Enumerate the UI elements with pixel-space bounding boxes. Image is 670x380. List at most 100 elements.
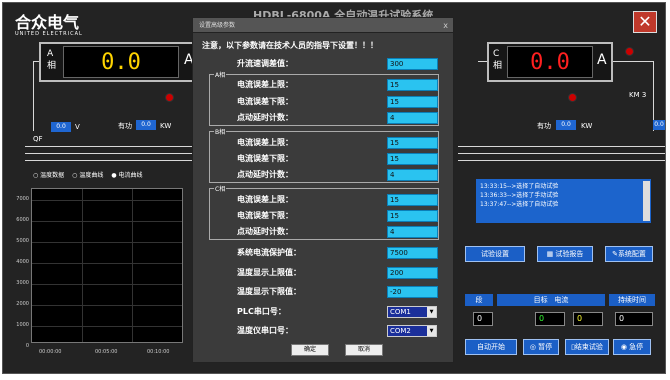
dialog-titlebar: 设置高级参数 x (193, 18, 453, 33)
phase-a-upper-label: 电流误差上限： (237, 80, 293, 89)
tab-current-curve[interactable]: ● 电流曲线 (111, 170, 142, 179)
y-tick-label: 1000 (16, 322, 29, 328)
log-line: 13:37:47-->选择了自动试验 (480, 201, 559, 208)
current-chart (31, 188, 183, 343)
test-setup-button[interactable]: 试验设置 (465, 246, 525, 262)
phase-b-delay-label: 点动延时计数： (237, 170, 293, 179)
x-tick-label: 00:05:00 (95, 349, 118, 355)
phase-c-delay-label: 点动延时计数： (237, 227, 293, 236)
phase-c-delay-input[interactable]: 4 (387, 226, 438, 238)
phase-b-upper-label: 电流误差上限： (237, 138, 293, 147)
tab-temp-data[interactable]: ○ 温度数据 (33, 170, 64, 179)
indicator-light (166, 94, 173, 101)
table-header: 段 (465, 294, 493, 306)
table-cell: 0 (473, 312, 493, 326)
auto-start-button[interactable]: 自动开始 (465, 339, 517, 355)
table-cell: 0 (615, 312, 653, 326)
voltage-readout: 0.0 (653, 120, 665, 130)
main-window: 合众电气 UNITED ELECTRICAL HDBL-6800A 全自动温升试验… (2, 2, 666, 374)
temp-min-label: 温度显示下限值： (237, 287, 301, 296)
wire (458, 146, 665, 147)
meter-c-unit: A (597, 52, 607, 68)
stop-circle-icon: ◉ (620, 343, 630, 351)
end-test-button[interactable]: ▯结束试验 (565, 339, 609, 355)
y-tick-label: 7000 (16, 196, 29, 202)
rise-rate-row: 升流速调差值： 300 (193, 58, 455, 70)
active-power-readout: 0.0 (136, 120, 156, 130)
active-power-label: 有功 (118, 122, 132, 130)
rise-rate-input[interactable]: 300 (387, 58, 438, 70)
meter-a-value: 0.0 (63, 46, 179, 78)
pause-icon: ◎ (529, 343, 539, 351)
phase-a-delay-label: 点动延时计数： (237, 113, 293, 122)
phase-b-lower-input[interactable]: 15 (387, 153, 438, 165)
table-cell: 0 (535, 312, 565, 326)
kw-unit: KW (160, 122, 172, 130)
phase-b-upper-input[interactable]: 15 (387, 137, 438, 149)
tab-temp-curve[interactable]: ○ 温度曲线 (72, 170, 103, 179)
temp-max-input[interactable]: 200 (387, 267, 438, 279)
meter-c: C相 0.0 A (487, 42, 613, 82)
table-header: 持续时间 (609, 294, 655, 306)
chart-tabs: ○ 温度数据 ○ 温度曲线 ● 电流曲线 (33, 170, 143, 179)
indicator-light (626, 48, 633, 55)
phase-a-title: A相 (214, 70, 227, 79)
voltage-unit: V (75, 123, 80, 131)
y-tick-label: 2000 (16, 301, 29, 307)
phase-c-lower-input[interactable]: 15 (387, 210, 438, 222)
voltage-readout: 0.0 (51, 122, 71, 132)
y-tick-label: 5000 (16, 238, 29, 244)
close-button[interactable]: ✕ (633, 11, 657, 33)
temp-min-input[interactable]: -20 (387, 286, 438, 298)
phase-c-lower-label: 电流误差下限： (237, 211, 293, 220)
meter-a-phase: A相 (47, 49, 57, 71)
active-power-label: 有功 (537, 122, 551, 130)
x-tick-label: 00:00:00 (39, 349, 62, 355)
plc-port-select[interactable]: COM1 ▼ (387, 306, 437, 318)
thermo-port-select[interactable]: COM2 ▼ (387, 325, 437, 337)
phase-a-lower-label: 电流误差下限： (237, 97, 293, 106)
wire (458, 160, 665, 161)
wire (458, 153, 665, 154)
phase-a-upper-input[interactable]: 15 (387, 79, 438, 91)
table-header: 目标 电流 (497, 294, 605, 306)
phase-c-upper-label: 电流误差上限： (237, 195, 293, 204)
phase-b-lower-label: 电流误差下限： (237, 154, 293, 163)
test-report-button[interactable]: ▦ 试验报告 (537, 246, 593, 262)
ok-button[interactable]: 确定 (291, 344, 329, 356)
system-config-button[interactable]: ✎系统配置 (605, 246, 653, 262)
pause-button[interactable]: ◎ 暂停 (523, 339, 559, 355)
wire (33, 61, 34, 131)
advanced-settings-dialog: 设置高级参数 x 注意，以下参数请在技术人员的指导下设置！！！ 升流速调差值： 3… (192, 17, 454, 363)
phase-b-delay-input[interactable]: 4 (387, 169, 438, 181)
dialog-warning: 注意，以下参数请在技术人员的指导下设置！！！ (202, 41, 378, 50)
chevron-down-icon: ▼ (427, 307, 436, 317)
qf-label: QF (33, 135, 43, 143)
plc-port-label: PLC串口号： (237, 307, 286, 316)
emergency-stop-button[interactable]: ◉ 急停 (613, 339, 651, 355)
rise-rate-label: 升流速调差值： (237, 59, 293, 68)
cancel-button[interactable]: 取消 (345, 344, 383, 356)
phase-a-lower-input[interactable]: 15 (387, 96, 438, 108)
temp-max-label: 温度显示上限值： (237, 268, 301, 277)
phase-c-upper-input[interactable]: 15 (387, 194, 438, 206)
current-protect-input[interactable]: 7500 (387, 247, 438, 259)
dialog-close-icon[interactable]: x (443, 18, 448, 33)
y-tick-label: 0 (25, 343, 29, 349)
log-scrollbar[interactable] (643, 181, 650, 221)
log-line: 13:33:15-->选择了自动试验 (480, 183, 559, 190)
y-tick-label: 3000 (16, 280, 29, 286)
km-label: KM 3 (629, 91, 647, 99)
active-power-readout: 0.0 (556, 120, 576, 130)
table-cell: 0 (573, 312, 603, 326)
wire (25, 146, 195, 147)
y-tick-label: 4000 (16, 259, 29, 265)
current-protect-label: 系统电流保护值： (237, 248, 301, 257)
log-line: 13:36:33-->选择了手动试验 (480, 192, 559, 199)
chevron-down-icon: ▼ (427, 326, 436, 336)
meter-c-phase: C相 (493, 49, 503, 71)
phase-b-title: B相 (214, 127, 227, 136)
meter-c-value: 0.0 (507, 46, 593, 78)
phase-a-delay-input[interactable]: 4 (387, 112, 438, 124)
x-tick-label: 00:10:00 (147, 349, 170, 355)
